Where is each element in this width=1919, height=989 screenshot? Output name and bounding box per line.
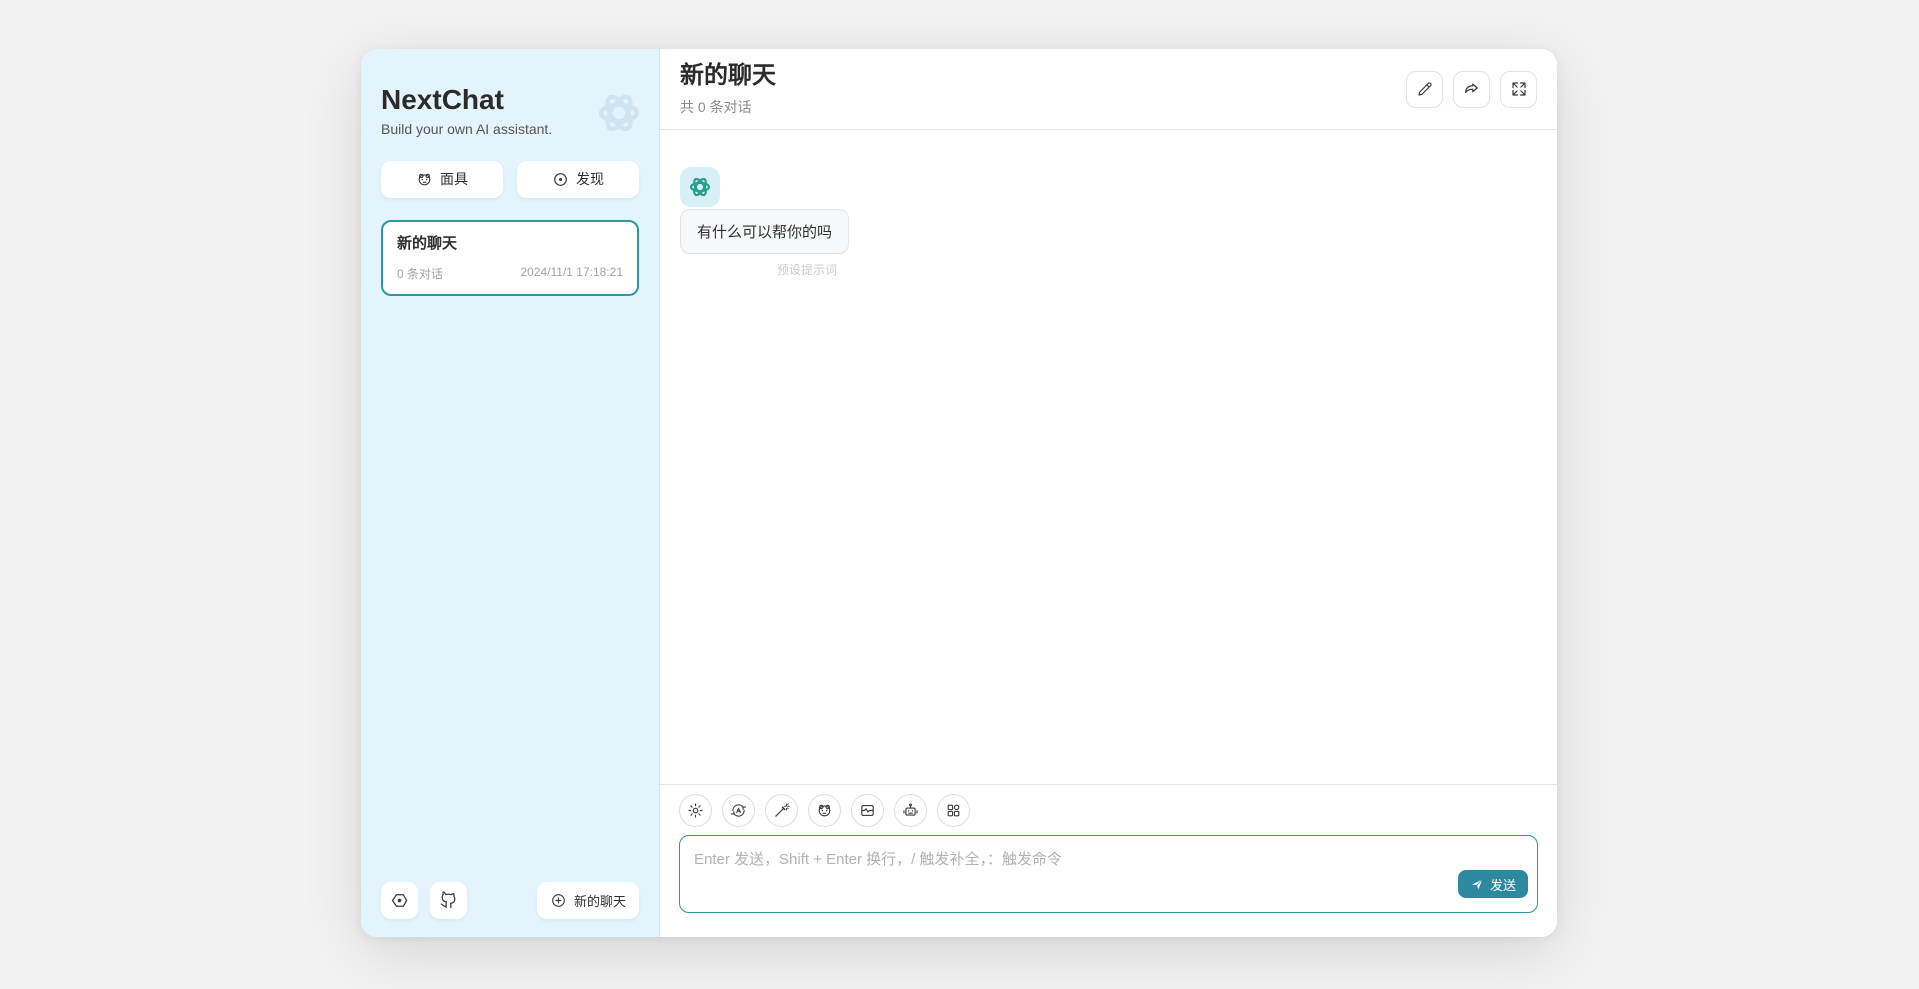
chat-item-count: 0 条对话	[397, 265, 443, 282]
maximize-button[interactable]	[1500, 71, 1537, 108]
plugins-grid-icon	[945, 802, 962, 819]
paper-plane-icon	[1470, 877, 1484, 891]
rename-pencil-icon	[1416, 80, 1434, 98]
clear-context-button[interactable]	[851, 794, 884, 827]
theme-toggle-button[interactable]	[722, 794, 755, 827]
send-button[interactable]: 发送	[1458, 870, 1528, 898]
send-button-label: 发送	[1490, 875, 1516, 894]
settings-button[interactable]	[381, 882, 418, 919]
discover-button-label: 发现	[576, 169, 604, 189]
mask-icon	[416, 171, 433, 188]
chat-message-count: 共 0 条对话	[680, 97, 776, 117]
assistant-message: 有什么可以帮你的吗 预设提示词	[680, 167, 1537, 278]
chat-list-item-selected[interactable]: 新的聊天 0 条对话 2024/11/1 17:18:21	[381, 220, 639, 296]
robot-icon	[902, 802, 919, 819]
discover-button[interactable]: 发现	[517, 161, 639, 198]
message-bubble-wrap: 有什么可以帮你的吗 预设提示词	[680, 209, 849, 278]
chat-item-title: 新的聊天	[397, 232, 623, 253]
masks-button-label: 面具	[440, 169, 468, 189]
add-circle-icon	[550, 892, 567, 909]
assistant-avatar	[680, 167, 720, 207]
share-chat-button[interactable]	[1453, 71, 1490, 108]
chat-header-text: 新的聊天 共 0 条对话	[680, 62, 776, 117]
github-icon	[439, 891, 458, 910]
chat-input-panel: 发送	[660, 784, 1557, 937]
input-wrap: 发送	[679, 835, 1538, 918]
chat-header-actions	[1406, 71, 1537, 108]
gear-icon	[390, 891, 409, 910]
sidebar: NextChat Build your own AI assistant. 面具…	[361, 49, 660, 937]
sidebar-actions: 面具 发现	[381, 161, 639, 198]
chat-title[interactable]: 新的聊天	[680, 62, 776, 91]
chat-input[interactable]	[679, 835, 1538, 913]
openai-logo-icon	[593, 87, 645, 139]
masks-button[interactable]: 面具	[381, 161, 503, 198]
new-chat-button-label: 新的聊天	[574, 891, 626, 910]
plugins-button[interactable]	[937, 794, 970, 827]
mask-icon	[816, 802, 833, 819]
discover-icon	[552, 171, 569, 188]
message-bubble[interactable]: 有什么可以帮你的吗	[680, 209, 849, 254]
github-button[interactable]	[430, 882, 467, 919]
chat-item-date: 2024/11/1 17:18:21	[520, 265, 623, 282]
rename-chat-button[interactable]	[1406, 71, 1443, 108]
maximize-icon	[1510, 80, 1528, 98]
gear-icon	[687, 802, 704, 819]
share-icon	[1463, 80, 1481, 98]
input-toolbar	[679, 794, 1538, 827]
message-hint: 预设提示词	[680, 261, 849, 278]
sidebar-footer: 新的聊天	[381, 882, 639, 919]
nextchat-app-window: NextChat Build your own AI assistant. 面具…	[361, 49, 1557, 937]
model-select-button[interactable]	[894, 794, 927, 827]
theme-auto-icon	[730, 802, 747, 819]
prompt-hints-button[interactable]	[765, 794, 798, 827]
chat-item-info: 0 条对话 2024/11/1 17:18:21	[397, 265, 623, 282]
chat-panel: 新的聊天 共 0 条对话	[660, 49, 1557, 937]
mask-select-button[interactable]	[808, 794, 841, 827]
openai-logo-icon	[687, 174, 713, 200]
magic-wand-icon	[773, 802, 790, 819]
chat-header: 新的聊天 共 0 条对话	[660, 49, 1557, 130]
new-chat-button[interactable]: 新的聊天	[537, 882, 639, 919]
clear-context-icon	[859, 802, 876, 819]
chat-settings-button[interactable]	[679, 794, 712, 827]
chat-message-list[interactable]: 有什么可以帮你的吗 预设提示词	[660, 130, 1557, 784]
